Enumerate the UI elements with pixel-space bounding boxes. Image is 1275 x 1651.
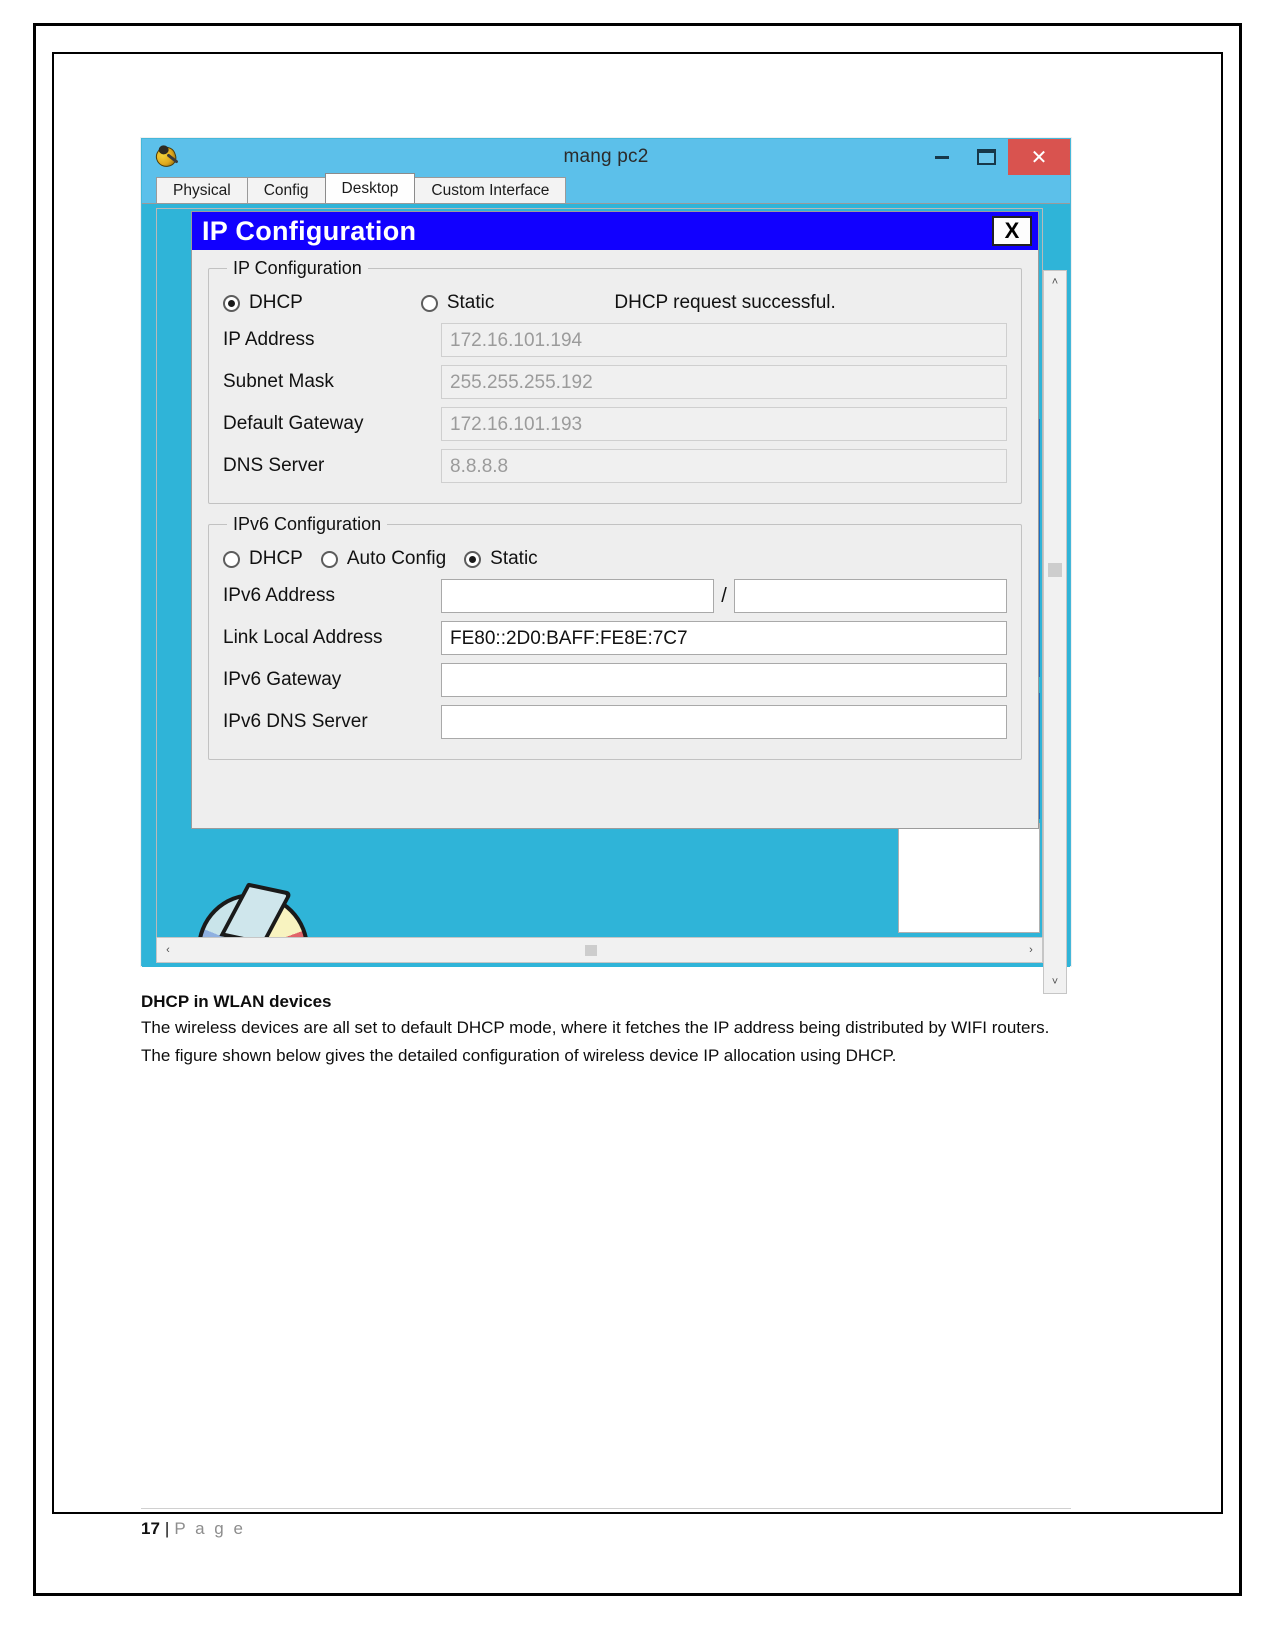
ipv6-dns-server-input[interactable] — [441, 705, 1007, 739]
ip-address-row: IP Address 172.16.101.194 — [223, 323, 1007, 357]
ipv6-group-legend: IPv6 Configuration — [233, 514, 382, 534]
tab-custom-interface[interactable]: Custom Interface — [414, 177, 567, 203]
ipv6-static-label: Static — [490, 548, 538, 569]
subnet-mask-input[interactable]: 255.255.255.192 — [441, 365, 1007, 399]
ipv6-prefix-input[interactable] — [733, 579, 1007, 613]
radio-selected-icon — [223, 294, 240, 312]
dns-server-label: DNS Server — [223, 455, 325, 476]
ipv6-address-input[interactable] — [441, 579, 715, 613]
ipv6-address-label: IPv6 Address — [223, 585, 335, 606]
dns-server-input[interactable]: 8.8.8.8 — [441, 449, 1007, 483]
horizontal-scrollbar[interactable]: ‹ › — [156, 937, 1043, 963]
page-footer: 17 | P a g e — [141, 1519, 245, 1539]
subnet-mask-label: Subnet Mask — [223, 371, 334, 392]
ipv6-prefix-separator: / — [721, 584, 727, 607]
window-controls: ✕ — [920, 139, 1070, 175]
scroll-down-arrow-icon[interactable]: ˅ — [1044, 971, 1066, 993]
document-text-block: DHCP in WLAN devices The wireless device… — [141, 992, 1071, 1069]
ipv6-auto-config-radio[interactable]: Auto Config — [320, 548, 447, 570]
ipv6-dhcp-label: DHCP — [249, 548, 303, 569]
footer-separator: | — [164, 1519, 170, 1538]
dialog-title: IP Configuration — [202, 215, 417, 246]
subnet-mask-row: Subnet Mask 255.255.255.192 — [223, 365, 1007, 399]
ipv6-dns-server-row: IPv6 DNS Server — [223, 705, 1007, 739]
radio-unselected-icon — [320, 550, 338, 568]
tab-config[interactable]: Config — [246, 177, 326, 203]
radio-unselected-icon — [420, 294, 438, 312]
ipv6-gateway-input[interactable] — [441, 663, 1007, 697]
window-client-area: or IP Configuration X — [142, 203, 1070, 994]
ipv6-mode-row: DHCP Auto Config Static — [223, 539, 1007, 579]
ipv4-configuration-group: IP Configuration DHCP Static DHCP reques… — [208, 258, 1022, 504]
ipv4-group-legend: IP Configuration — [233, 258, 362, 278]
ipv6-dhcp-radio[interactable]: DHCP — [223, 548, 303, 570]
link-local-address-row: Link Local Address FE80::2D0:BAFF:FE8E:7… — [223, 621, 1007, 655]
ipv4-mode-row: DHCP Static DHCP request successful. — [223, 283, 1007, 323]
close-button[interactable]: ✕ — [1008, 139, 1070, 175]
footer-page-number: 17 — [141, 1519, 160, 1538]
scroll-up-arrow-icon[interactable]: ˄ — [1044, 271, 1066, 293]
dialog-body: IP Configuration DHCP Static DHCP reques… — [192, 250, 1038, 760]
ipv4-dhcp-radio[interactable]: DHCP — [223, 292, 303, 314]
radio-unselected-icon — [223, 550, 240, 568]
dns-server-row: DNS Server 8.8.8.8 — [223, 449, 1007, 483]
ip-address-label: IP Address — [223, 329, 315, 350]
vertical-scrollbar[interactable]: ˄ ˅ — [1043, 270, 1067, 994]
default-gateway-row: Default Gateway 172.16.101.193 — [223, 407, 1007, 441]
packet-tracer-icon — [153, 144, 180, 170]
ipv6-dns-server-label: IPv6 DNS Server — [223, 711, 368, 732]
background-white-box — [898, 823, 1040, 933]
scroll-left-arrow-icon[interactable]: ‹ — [157, 939, 179, 961]
ipv6-gateway-label: IPv6 Gateway — [223, 669, 342, 690]
radio-selected-icon — [464, 550, 482, 568]
window-titlebar: mang pc2 ✕ — [142, 139, 1070, 175]
tab-bar: Physical Config Desktop Custom Interface — [142, 173, 1070, 203]
ipv4-static-radio[interactable]: Static — [420, 292, 495, 314]
tab-physical[interactable]: Physical — [156, 177, 248, 203]
vertical-scroll-thumb[interactable] — [1048, 563, 1062, 577]
default-gateway-input[interactable]: 172.16.101.193 — [441, 407, 1007, 441]
minimize-button[interactable] — [920, 139, 964, 175]
document-page: mang pc2 ✕ Physical Config Desktop Custo… — [0, 0, 1275, 1651]
section-heading: DHCP in WLAN devices — [141, 992, 332, 1011]
ipv4-dhcp-label: DHCP — [249, 292, 303, 313]
footer-divider — [141, 1508, 1071, 1509]
default-gateway-label: Default Gateway — [223, 413, 364, 434]
dialog-titlebar: IP Configuration X — [192, 212, 1038, 250]
section-paragraph: The wireless devices are all set to defa… — [141, 1018, 1050, 1065]
horizontal-scroll-thumb[interactable] — [585, 945, 597, 956]
dhcp-status-text: DHCP request successful. — [614, 292, 836, 313]
dialog-close-button[interactable]: X — [992, 216, 1032, 246]
ipv6-configuration-group: IPv6 Configuration DHCP Auto Config Stat… — [208, 514, 1022, 760]
desktop-pane: or IP Configuration X — [156, 208, 1043, 949]
ip-address-input[interactable]: 172.16.101.194 — [441, 323, 1007, 357]
ip-configuration-dialog: IP Configuration X IP Configuration DHCP — [191, 211, 1039, 829]
ipv6-address-row: IPv6 Address / — [223, 579, 1007, 613]
scroll-right-arrow-icon[interactable]: › — [1020, 939, 1042, 961]
link-local-address-input[interactable]: FE80::2D0:BAFF:FE8E:7C7 — [441, 621, 1007, 655]
ipv4-static-label: Static — [446, 292, 495, 313]
footer-label: P a g e — [174, 1519, 246, 1538]
ipv6-auto-config-label: Auto Config — [346, 548, 447, 569]
ipv6-static-radio[interactable]: Static — [464, 548, 538, 570]
maximize-button[interactable] — [964, 139, 1008, 175]
tab-desktop[interactable]: Desktop — [324, 173, 416, 203]
link-local-address-label: Link Local Address — [223, 627, 383, 648]
packet-tracer-window: mang pc2 ✕ Physical Config Desktop Custo… — [141, 138, 1071, 994]
ipv6-gateway-row: IPv6 Gateway — [223, 663, 1007, 697]
